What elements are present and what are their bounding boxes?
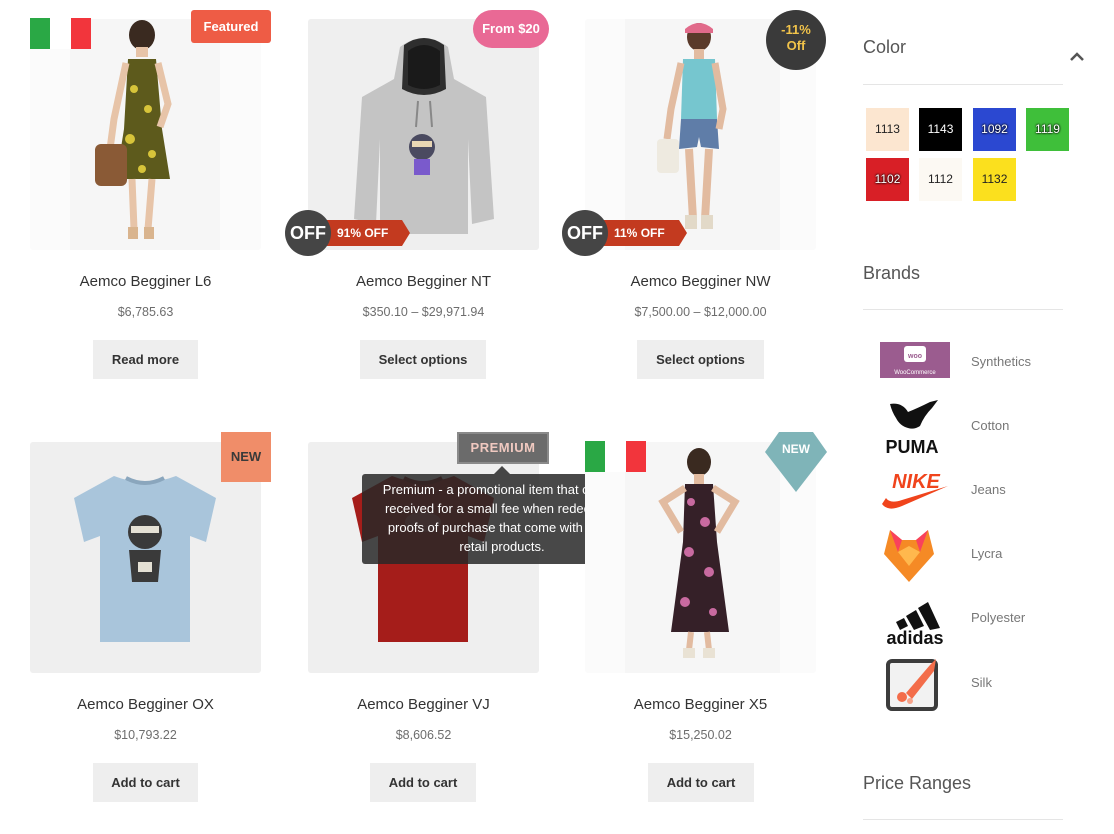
nike-logo-icon: NIKE bbox=[882, 471, 948, 509]
italy-flag-icon bbox=[30, 18, 91, 49]
product-title[interactable]: Aemco Begginer OX bbox=[30, 696, 261, 713]
svg-text:woo: woo bbox=[907, 353, 922, 360]
from-price-badge: From $20 bbox=[473, 10, 549, 48]
brand-name: Silk bbox=[971, 675, 992, 690]
color-swatch-1102[interactable]: 1102 bbox=[866, 158, 909, 201]
svg-text:PUMA: PUMA bbox=[886, 437, 939, 454]
color-swatch-1092[interactable]: 1092 bbox=[973, 108, 1016, 151]
product-card-x5: Aemco Begginer X5 $15,250.02 Add to cart bbox=[585, 442, 816, 807]
product-card-l6: Aemco Begginer L6 $6,785.63 Read more bbox=[30, 19, 261, 379]
off-circle-label: OFF bbox=[562, 210, 608, 256]
adidas-logo-icon: adidas bbox=[886, 602, 944, 646]
product-card-nt: Aemco Begginer NT $350.10 – $29,971.94 S… bbox=[308, 19, 539, 379]
discount-ribbon: OFF 11% OFF bbox=[562, 210, 687, 256]
product-title[interactable]: Aemco Begginer NW bbox=[585, 273, 816, 290]
select-options-button[interactable]: Select options bbox=[637, 340, 764, 379]
add-to-cart-button[interactable]: Add to cart bbox=[370, 763, 476, 802]
product-card-nw: Aemco Begginer NW $7,500.00 – $12,000.00… bbox=[585, 19, 816, 379]
divider bbox=[863, 309, 1063, 310]
italy-flag-icon bbox=[585, 441, 646, 472]
featured-badge: Featured bbox=[191, 10, 271, 43]
brand-item-cotton[interactable]: PUMA Cotton bbox=[878, 398, 1058, 454]
product-title[interactable]: Aemco Begginer X5 bbox=[585, 696, 816, 713]
brand-item-polyester[interactable]: adidas Polyester bbox=[878, 590, 1058, 646]
new-badge: NEW bbox=[221, 432, 271, 482]
chevron-up-icon[interactable] bbox=[1070, 52, 1084, 62]
premium-badge[interactable]: PREMIUM bbox=[457, 432, 549, 464]
discount-ribbon: OFF 91% OFF bbox=[285, 210, 411, 256]
product-title[interactable]: Aemco Begginer NT bbox=[308, 273, 539, 290]
brand-item-synthetics[interactable]: woo WooCommerce Synthetics bbox=[878, 334, 1058, 390]
brand-name: Jeans bbox=[971, 482, 1006, 497]
color-swatch-1113[interactable]: 1113 bbox=[866, 108, 909, 151]
product-card-ox: Aemco Begginer OX $10,793.22 Add to cart bbox=[30, 442, 261, 807]
divider bbox=[863, 819, 1063, 820]
svg-text:WooCommerce: WooCommerce bbox=[894, 370, 936, 376]
add-to-cart-button[interactable]: Add to cart bbox=[648, 763, 754, 802]
new-diamond-label: NEW bbox=[782, 442, 810, 456]
brand-item-silk[interactable]: Silk bbox=[878, 655, 1058, 711]
product-price: $7,500.00 – $12,000.00 bbox=[634, 305, 767, 319]
divider bbox=[863, 84, 1063, 85]
discount-word: Off bbox=[786, 38, 806, 53]
new-diamond-badge: NEW bbox=[765, 432, 827, 492]
color-swatch-1112[interactable]: 1112 bbox=[919, 158, 962, 201]
brand-item-lycra[interactable]: Lycra bbox=[878, 526, 1058, 582]
price-ranges-title[interactable]: Price Ranges bbox=[863, 773, 971, 794]
puma-logo-icon: PUMA bbox=[886, 400, 939, 454]
color-swatch-1132[interactable]: 1132 bbox=[973, 158, 1016, 201]
product-price: $6,785.63 bbox=[117, 305, 174, 319]
discount-percent: 91% OFF bbox=[325, 220, 411, 246]
svg-text:adidas: adidas bbox=[886, 628, 943, 646]
color-swatch-1119[interactable]: 1119 bbox=[1026, 108, 1069, 151]
discount-circle-badge: -11% Off bbox=[766, 10, 826, 70]
discount-percent: 11% OFF bbox=[602, 220, 687, 246]
product-title[interactable]: Aemco Begginer VJ bbox=[308, 696, 539, 713]
discount-percent: -11% bbox=[781, 22, 811, 37]
product-price: $350.10 – $29,971.94 bbox=[362, 305, 485, 319]
fox-logo-icon bbox=[884, 530, 934, 582]
brands-filter-title[interactable]: Brands bbox=[863, 263, 920, 284]
brand-name: Synthetics bbox=[971, 354, 1031, 369]
product-image[interactable] bbox=[30, 19, 261, 250]
rocket-logo-icon bbox=[886, 659, 938, 711]
read-more-button[interactable]: Read more bbox=[93, 340, 198, 379]
color-swatch-1143[interactable]: 1143 bbox=[919, 108, 962, 151]
woocommerce-logo-icon: woo WooCommerce bbox=[880, 342, 950, 378]
product-price: $8,606.52 bbox=[395, 728, 452, 742]
brand-name: Polyester bbox=[971, 610, 1026, 625]
select-options-button[interactable]: Select options bbox=[360, 340, 486, 379]
color-filter-title[interactable]: Color bbox=[863, 37, 906, 58]
product-price: $10,793.22 bbox=[114, 728, 177, 742]
off-circle-label: OFF bbox=[285, 210, 331, 256]
product-price: $15,250.02 bbox=[669, 728, 732, 742]
brand-name: Cotton bbox=[971, 418, 1010, 433]
product-title[interactable]: Aemco Begginer L6 bbox=[30, 273, 261, 290]
brand-name: Lycra bbox=[971, 546, 1003, 561]
svg-text:NIKE: NIKE bbox=[892, 471, 940, 493]
diamond-icon bbox=[765, 432, 827, 492]
add-to-cart-button[interactable]: Add to cart bbox=[93, 763, 198, 802]
brand-item-jeans[interactable]: NIKE Jeans bbox=[878, 462, 1058, 518]
